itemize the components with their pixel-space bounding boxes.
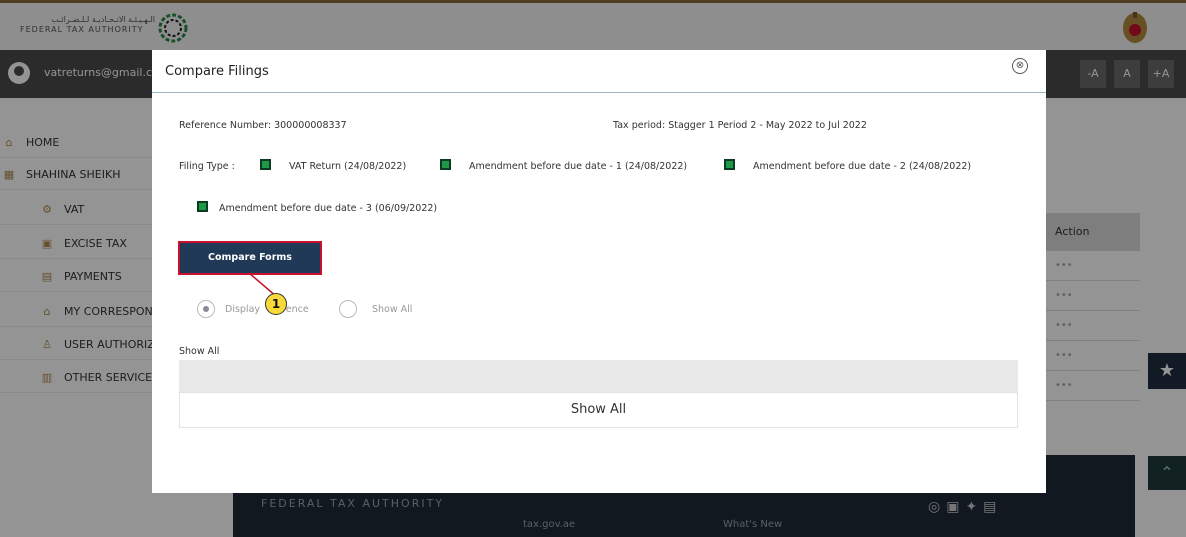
show-all-panel[interactable]: Show All: [179, 392, 1018, 428]
filing-checkbox-amendment-3[interactable]: [197, 201, 208, 212]
tax-period-value: Stagger 1 Period 2 - May 2022 to Jul 202…: [668, 120, 867, 131]
radio-show-all-label: Show All: [372, 304, 413, 315]
reference-value: 300000008337: [274, 120, 347, 131]
filing-checkbox-amendment-1[interactable]: [440, 159, 451, 170]
radio-display-difference[interactable]: [197, 300, 215, 318]
comparison-header-bar: [179, 360, 1018, 392]
filing-type-label: Filing Type :: [179, 161, 235, 172]
annotation-step-marker: 1: [265, 293, 287, 315]
reference-label: Reference Number:: [179, 120, 272, 131]
radio-show-all[interactable]: [339, 300, 357, 318]
radio-display-text: Display: [225, 304, 261, 315]
filing-checkbox-amendment-2[interactable]: [724, 159, 735, 170]
modal-title: Compare Filings: [165, 64, 269, 79]
reference-number: Reference Number: 300000008337: [179, 120, 347, 131]
tax-period: Tax period: Stagger 1 Period 2 - May 202…: [613, 120, 867, 131]
filing-label-vat-return: VAT Return (24/08/2022): [289, 161, 407, 172]
compare-forms-button[interactable]: Compare Forms: [178, 241, 322, 275]
modal-header: Compare Filings ⊗: [152, 50, 1046, 93]
close-icon[interactable]: ⊗: [1012, 58, 1028, 74]
filing-label-amendment-2: Amendment before due date - 2 (24/08/202…: [753, 161, 972, 172]
tax-period-label: Tax period:: [613, 120, 666, 131]
section-label-show-all: Show All: [179, 346, 220, 357]
compare-filings-modal: Compare Filings ⊗ Reference Number: 3000…: [152, 50, 1046, 493]
filing-checkbox-vat-return[interactable]: [260, 159, 271, 170]
filing-label-amendment-3: Amendment before due date - 3 (06/09/202…: [219, 203, 438, 214]
filing-label-amendment-1: Amendment before due date - 1 (24/08/202…: [469, 161, 688, 172]
